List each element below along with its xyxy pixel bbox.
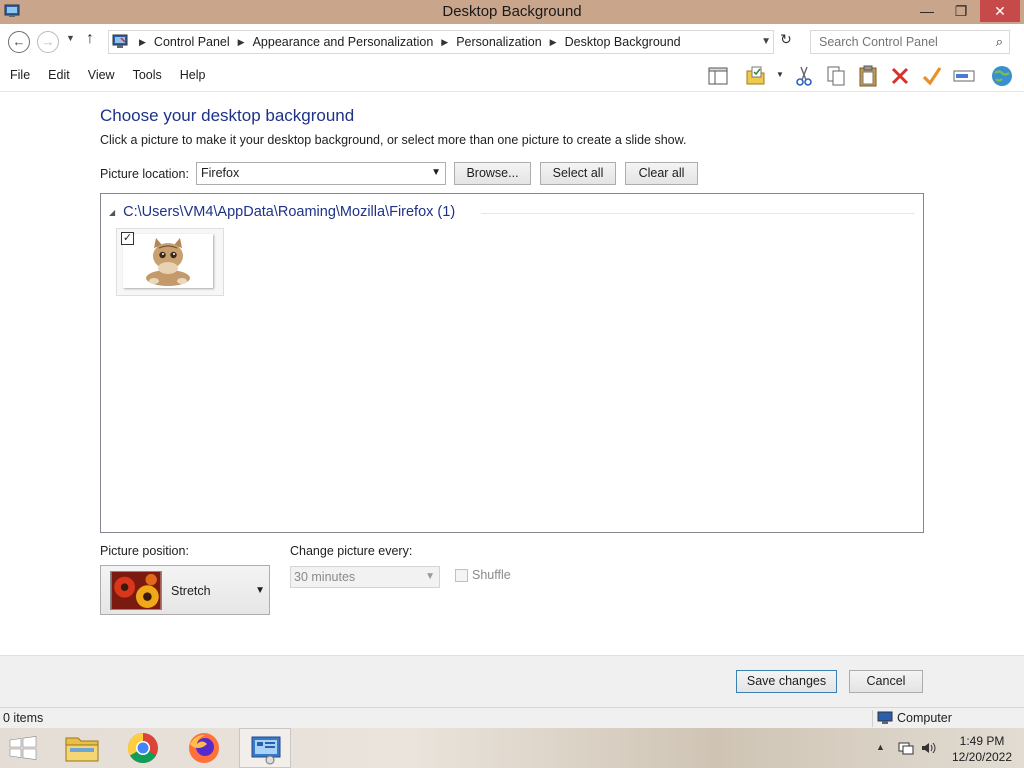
group-divider	[481, 213, 915, 214]
picture-location-value: Firefox	[201, 166, 240, 180]
taskbar: ▲ 1:49 PM 12/20/2022	[0, 728, 1024, 768]
page-title: Choose your desktop background	[100, 106, 355, 125]
chevron-down-icon: ▼	[425, 571, 435, 582]
picture-location-label: Picture location:	[100, 167, 189, 181]
breadcrumb-separator-icon[interactable]: ▶	[238, 37, 245, 48]
volume-icon[interactable]	[920, 740, 936, 756]
up-arrow-icon[interactable]: ↑	[86, 30, 94, 48]
menu-view[interactable]: View	[78, 68, 123, 82]
rename-icon[interactable]	[952, 64, 976, 88]
window-title: Desktop Background	[442, 3, 582, 20]
network-icon[interactable]	[898, 740, 914, 756]
taskbar-chrome[interactable]	[117, 728, 169, 768]
breadcrumb-control-panel[interactable]: Control Panel	[154, 35, 230, 49]
taskbar-clock[interactable]: 1:49 PM 12/20/2022	[946, 733, 1018, 765]
recent-locations-chevron-icon[interactable]: ▼	[66, 33, 75, 43]
close-button[interactable]: ✕	[980, 0, 1020, 22]
menu-edit[interactable]: Edit	[38, 68, 78, 82]
properties-folder-icon[interactable]	[744, 64, 768, 88]
taskbar-file-explorer[interactable]	[56, 728, 108, 768]
firefox-icon	[189, 733, 219, 763]
search-icon[interactable]: ⌕	[996, 34, 1003, 50]
taskbar-control-panel[interactable]	[239, 728, 291, 768]
file-explorer-icon	[65, 737, 99, 762]
collapse-triangle-icon[interactable]: ◢	[109, 208, 115, 217]
clock-date: 12/20/2022	[951, 750, 1013, 764]
breadcrumb-personalization[interactable]: Personalization	[456, 35, 541, 49]
clear-all-button[interactable]: Clear all	[625, 162, 698, 185]
status-location: Computer	[897, 711, 952, 725]
search-input[interactable]	[811, 31, 981, 53]
change-picture-label: Change picture every:	[290, 544, 413, 558]
layout-pane-icon[interactable]	[706, 64, 730, 88]
title-bar: Desktop Background — ❐ ✕	[0, 0, 1024, 24]
change-picture-select[interactable]: 30 minutes ▼	[290, 566, 440, 588]
minimize-button[interactable]: —	[910, 0, 944, 22]
picture-position-label: Picture position:	[100, 544, 189, 558]
forward-arrow-icon: →	[41, 34, 55, 49]
windows-start-icon[interactable]	[8, 736, 38, 760]
picture-thumbnail[interactable]: ✓	[116, 228, 224, 296]
globe-icon[interactable]	[990, 64, 1014, 88]
show-hidden-icons-icon[interactable]: ▲	[876, 742, 885, 752]
copy-icon[interactable]	[824, 64, 848, 88]
delete-icon[interactable]	[888, 64, 912, 88]
properties-dropdown-icon[interactable]: ▼	[776, 70, 784, 79]
address-dropdown-chevron-icon[interactable]: ▼	[761, 36, 771, 47]
menu-tools[interactable]: Tools	[123, 68, 170, 82]
picture-list[interactable]: ◢ C:\Users\VM4\AppData\Roaming\Mozilla\F…	[100, 193, 924, 533]
menu-help[interactable]: Help	[170, 68, 214, 82]
forward-button[interactable]: →	[37, 31, 59, 53]
picture-checkbox[interactable]: ✓	[121, 232, 134, 245]
status-divider	[872, 710, 873, 727]
select-all-button[interactable]: Select all	[540, 162, 616, 185]
breadcrumb-desktop-background[interactable]: Desktop Background	[565, 35, 681, 49]
browse-button[interactable]: Browse...	[454, 162, 531, 185]
chevron-down-icon: ▼	[431, 167, 441, 178]
cut-icon[interactable]	[792, 64, 816, 88]
cancel-button[interactable]: Cancel	[849, 670, 923, 693]
picture-group-path: C:\Users\VM4\AppData\Roaming\Mozilla\Fir…	[123, 204, 456, 220]
picture-group-header[interactable]: ◢ C:\Users\VM4\AppData\Roaming\Mozilla\F…	[109, 204, 455, 220]
item-count: 0 items	[3, 711, 44, 725]
back-arrow-icon: ←	[12, 34, 26, 49]
save-changes-button[interactable]: Save changes	[736, 670, 837, 693]
address-row: ← → ▼ ↑ ▶ Control Panel ▶ Appearance and…	[0, 24, 1024, 60]
breadcrumb-separator-icon: ▶	[139, 36, 146, 47]
check-icon[interactable]	[920, 64, 944, 88]
menu-bar: File Edit View Tools Help	[0, 68, 213, 82]
back-button[interactable]: ←	[8, 31, 30, 53]
chevron-down-icon: ▼	[255, 585, 265, 596]
taskbar-firefox[interactable]	[178, 728, 230, 768]
change-picture-value: 30 minutes	[294, 570, 356, 584]
position-preview-image	[110, 571, 162, 610]
status-bar: 0 items Computer	[0, 707, 1024, 728]
picture-position-select[interactable]: Stretch ▼	[100, 565, 270, 615]
paste-icon[interactable]	[856, 64, 880, 88]
cat-image	[123, 234, 213, 288]
control-panel-taskbar-icon	[251, 736, 281, 765]
shuffle-checkbox[interactable]: Shuffle	[455, 568, 511, 582]
breadcrumb: ▶ Control Panel ▶ Appearance and Persona…	[131, 35, 681, 49]
breadcrumb-appearance[interactable]: Appearance and Personalization	[253, 35, 434, 49]
address-bar[interactable]: ▶ Control Panel ▶ Appearance and Persona…	[108, 30, 774, 54]
restore-button[interactable]: ❐	[944, 0, 978, 22]
picture-location-select[interactable]: Firefox ▼	[196, 162, 446, 185]
clock-time: 1:49 PM	[959, 734, 1005, 748]
search-box[interactable]: ⌕	[810, 30, 1010, 54]
menu-row: File Edit View Tools Help ▼	[0, 60, 1024, 92]
breadcrumb-separator-icon[interactable]: ▶	[550, 37, 557, 48]
footer-bar: Save changes Cancel	[0, 655, 1024, 707]
chrome-icon	[127, 733, 158, 764]
shuffle-box[interactable]	[455, 568, 468, 582]
menu-file[interactable]: File	[0, 68, 38, 82]
cat-wallpaper-image	[123, 234, 213, 288]
computer-icon	[877, 711, 893, 724]
picture-position-value: Stretch	[171, 584, 211, 598]
breadcrumb-separator-icon[interactable]: ▶	[441, 37, 448, 48]
page-description: Click a picture to make it your desktop …	[100, 133, 687, 147]
refresh-icon[interactable]: ↻	[776, 31, 796, 53]
shuffle-label: Shuffle	[472, 568, 511, 582]
control-panel-icon	[112, 34, 128, 48]
